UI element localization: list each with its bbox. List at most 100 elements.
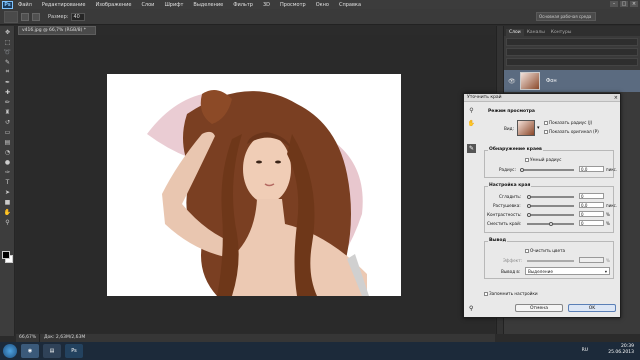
move-tool-icon[interactable]: ✥ xyxy=(3,28,12,36)
system-clock[interactable]: 20:39 25.06.2013 xyxy=(608,344,634,356)
blend-mode-row[interactable] xyxy=(506,48,638,56)
blur-tool-icon[interactable]: ◔ xyxy=(3,148,12,156)
contrast-label: Контрастность: xyxy=(487,212,522,217)
menu-view[interactable]: Просмотр xyxy=(275,2,311,8)
menu-layers[interactable]: Слои xyxy=(136,2,159,8)
restore-view-icon[interactable]: ⚲ xyxy=(469,305,473,312)
layer-filter-row[interactable] xyxy=(506,38,638,46)
healing-tool-icon[interactable]: ✚ xyxy=(3,88,12,96)
tab-layers[interactable]: Слои xyxy=(506,29,524,36)
contrast-slider[interactable] xyxy=(527,213,574,217)
view-dropdown-arrow[interactable]: ▾ xyxy=(537,125,540,131)
eraser-tool-icon[interactable]: ▭ xyxy=(3,128,12,136)
menu-window[interactable]: Окно xyxy=(311,2,334,8)
shift-edge-slider[interactable] xyxy=(527,222,574,226)
smooth-slider-knob[interactable] xyxy=(527,195,531,199)
hand-tool-icon[interactable]: ✋ xyxy=(3,208,12,216)
brush-icon[interactable]: ✎ xyxy=(467,144,476,153)
tab-channels[interactable]: Каналы xyxy=(524,29,548,36)
shape-tool-icon[interactable]: ■ xyxy=(3,198,12,206)
lasso-tool-icon[interactable]: ➰ xyxy=(3,48,12,56)
shift-edge-slider-knob[interactable] xyxy=(549,222,553,226)
eyedropper-tool-icon[interactable]: ✒ xyxy=(3,78,12,86)
start-icon[interactable] xyxy=(3,344,17,358)
menu-select[interactable]: Выделение xyxy=(188,2,228,8)
menu-help[interactable]: Справка xyxy=(334,2,366,8)
menu-type[interactable]: Шрифт xyxy=(159,2,188,8)
show-original-option[interactable]: Показать оригинал (P) xyxy=(544,129,599,134)
radius-slider-knob[interactable] xyxy=(520,168,524,172)
cancel-button[interactable]: Отмена xyxy=(515,304,563,312)
menu-edit[interactable]: Редактирование xyxy=(37,2,91,8)
language-indicator[interactable]: RU xyxy=(582,348,588,353)
history-brush-icon[interactable]: ↺ xyxy=(3,118,12,126)
maximize-icon[interactable]: □ xyxy=(620,1,628,7)
menu-file[interactable]: Файл xyxy=(13,2,37,8)
adjust-edge-heading: Настройка края xyxy=(488,183,532,188)
dialog-titlebar[interactable]: Уточнить край × xyxy=(464,94,620,102)
photoshop-icon[interactable]: Ps xyxy=(65,344,83,358)
document-image[interactable] xyxy=(107,74,401,296)
marquee-tool-icon[interactable]: ⬚ xyxy=(3,38,12,46)
ok-button[interactable]: OK xyxy=(568,304,616,312)
smart-radius-option[interactable]: Умный радиус xyxy=(525,157,561,162)
lock-row[interactable] xyxy=(506,58,638,66)
smooth-slider[interactable] xyxy=(527,195,574,199)
feather-slider-knob[interactable] xyxy=(527,204,531,208)
path-select-tool-icon[interactable]: ➤ xyxy=(3,188,12,196)
close-icon[interactable]: × xyxy=(614,94,618,102)
size-input[interactable]: 40 xyxy=(71,12,86,21)
workspace-switcher[interactable]: Основная рабочая среда xyxy=(536,12,596,21)
shift-edge-input[interactable]: 0 xyxy=(579,220,604,226)
decontaminate-option[interactable]: Очистить цвета xyxy=(525,248,565,253)
view-thumbnail[interactable] xyxy=(517,120,535,136)
tab-paths[interactable]: Контуры xyxy=(548,29,575,36)
brush-mode-subtract-icon[interactable] xyxy=(32,12,40,21)
view-mode-heading: Режим просмотра xyxy=(487,109,536,114)
explorer-icon[interactable]: ▤ xyxy=(43,344,61,358)
show-radius-option[interactable]: Показать радиус (J) xyxy=(544,120,592,125)
eye-icon[interactable]: 👁 xyxy=(508,78,516,85)
crop-tool-icon[interactable]: ⌗ xyxy=(3,68,12,76)
contrast-unit: % xyxy=(606,212,610,217)
dodge-tool-icon[interactable]: ● xyxy=(3,158,12,166)
document-info[interactable]: Док: 2,63M/2,63M xyxy=(40,334,85,342)
contrast-slider-knob[interactable] xyxy=(527,213,531,217)
dialog-tools: ⚲ ✋ ✎ xyxy=(467,106,479,157)
tool-preset-picker[interactable] xyxy=(4,10,18,23)
radius-slider[interactable] xyxy=(520,168,574,172)
zoom-level[interactable]: 66,67% xyxy=(16,334,40,342)
zoom-tool-icon[interactable]: ⚲ xyxy=(3,218,12,226)
minimize-icon[interactable]: – xyxy=(610,1,618,7)
smooth-input[interactable]: 0 xyxy=(579,193,604,199)
foreground-color-swatch[interactable] xyxy=(2,251,10,259)
brush-tool-icon[interactable]: ✏ xyxy=(3,98,12,106)
dialog-title: Уточнить край xyxy=(467,95,502,100)
remember-settings-option[interactable]: Запомнить настройки xyxy=(484,291,538,296)
feather-label: Растушевка: xyxy=(493,203,521,208)
pen-tool-icon[interactable]: ✑ xyxy=(3,168,12,176)
feather-input[interactable]: 0,0 xyxy=(579,202,604,208)
output-to-select[interactable]: Выделение ▾ xyxy=(525,267,610,275)
document-tab[interactable]: v416.jpg @ 66,7% (RGB/8) * xyxy=(18,26,96,35)
quick-select-tool-icon[interactable]: ✎ xyxy=(3,58,12,66)
close-window-icon[interactable]: × xyxy=(630,1,638,7)
feather-slider[interactable] xyxy=(527,204,574,208)
taskbar: ◉ ▤ Ps RU 20:39 25.06.2013 xyxy=(0,342,640,360)
stamp-tool-icon[interactable]: ♜ xyxy=(3,108,12,116)
menu-3d[interactable]: 3D xyxy=(258,2,275,8)
gradient-tool-icon[interactable]: ▤ xyxy=(3,138,12,146)
contrast-input[interactable]: 0 xyxy=(579,211,604,217)
adjust-edge-section: Настройка края Сгладить: 0 Растушевка: 0… xyxy=(484,183,617,233)
status-bar: 66,67% Док: 2,63M/2,63M xyxy=(16,334,495,342)
brush-mode-add-icon[interactable] xyxy=(21,12,29,21)
hand-icon[interactable]: ✋ xyxy=(467,119,476,128)
zoom-icon[interactable]: ⚲ xyxy=(467,106,476,115)
menu-image[interactable]: Изображение xyxy=(90,2,136,8)
view-mode-section: Режим просмотра Вид: ▾ Показать радиус (… xyxy=(484,109,614,143)
chrome-icon[interactable]: ◉ xyxy=(21,344,39,358)
type-tool-icon[interactable]: T xyxy=(3,178,12,186)
layer-row[interactable]: 👁 Фон xyxy=(504,70,640,92)
radius-input[interactable]: 0,0 xyxy=(579,166,604,172)
menu-filter[interactable]: Фильтр xyxy=(228,2,258,8)
